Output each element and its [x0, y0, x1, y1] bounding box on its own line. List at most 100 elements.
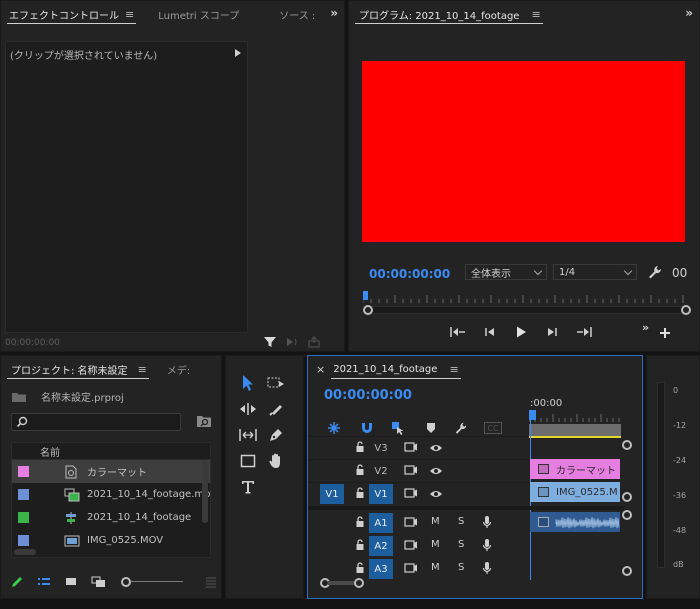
- timeline-ruler[interactable]: [529, 412, 621, 422]
- program-zoom-scrollbar[interactable]: [363, 306, 685, 314]
- tab-program[interactable]: プログラム: 2021_10_14_footage ≡: [349, 1, 549, 27]
- pen-tool-icon[interactable]: [265, 424, 287, 446]
- solo-button[interactable]: S: [458, 562, 464, 573]
- lock-icon[interactable]: [355, 516, 365, 528]
- filter-icon[interactable]: [263, 335, 277, 349]
- close-icon[interactable]: ×: [316, 363, 325, 376]
- step-forward-icon[interactable]: [544, 325, 560, 339]
- vertical-scrollbar[interactable]: [202, 461, 208, 523]
- clip-img-0525[interactable]: IMG_0525.M: [530, 482, 620, 502]
- icon-view-icon[interactable]: [65, 576, 77, 588]
- panel-menu-icon[interactable]: ≡: [125, 8, 134, 21]
- play-icon[interactable]: [513, 325, 529, 339]
- lock-icon[interactable]: [355, 464, 365, 476]
- expand-arrow-icon[interactable]: [235, 49, 241, 57]
- linked-selection-icon[interactable]: [391, 421, 405, 435]
- selection-tool-icon[interactable]: [237, 372, 259, 394]
- work-area-bar[interactable]: [529, 424, 621, 436]
- add-button-icon[interactable]: [659, 327, 671, 339]
- add-marker-icon[interactable]: [425, 421, 437, 435]
- tab-sequence[interactable]: 2021_10_14_footage ≡: [325, 356, 466, 382]
- play-audio-icon[interactable]: [285, 335, 299, 349]
- track-target-v2[interactable]: V2: [369, 461, 393, 481]
- label-color-swatch[interactable]: [18, 535, 29, 546]
- tab-effect-controls[interactable]: エフェクトコントロール ≡: [1, 1, 142, 27]
- lock-icon[interactable]: [355, 562, 365, 574]
- label-color-swatch[interactable]: [18, 489, 29, 500]
- eye-icon[interactable]: [429, 466, 443, 476]
- list-item[interactable]: カラーマット: [12, 460, 210, 483]
- horizontal-scrollbar[interactable]: [14, 549, 36, 555]
- project-search-input[interactable]: [11, 413, 181, 431]
- sync-lock-icon[interactable]: [404, 464, 418, 476]
- more-panels-icon[interactable]: »: [330, 6, 338, 20]
- sync-lock-icon[interactable]: [404, 487, 418, 499]
- label-color-swatch[interactable]: [18, 512, 29, 523]
- lock-icon[interactable]: [355, 539, 365, 551]
- slip-tool-icon[interactable]: [237, 424, 259, 446]
- snap-icon[interactable]: [360, 421, 374, 435]
- timeline-playhead-icon[interactable]: [529, 410, 536, 420]
- zoom-slider-handle[interactable]: [121, 577, 131, 587]
- zoom-handle-right[interactable]: [681, 305, 691, 315]
- tab-source[interactable]: ソース :: [271, 1, 323, 27]
- panel-menu-icon[interactable]: ≡: [449, 363, 458, 376]
- track-target-v3[interactable]: V3: [369, 438, 393, 458]
- list-item[interactable]: 2021_10_14_footage.mp: [12, 483, 210, 506]
- tab-lumetri-scopes[interactable]: Lumetri スコープ: [150, 1, 247, 27]
- track-target-a3[interactable]: A3: [369, 559, 393, 579]
- go-to-out-point-icon[interactable]: [575, 325, 593, 339]
- video-audio-divider[interactable]: [308, 506, 624, 510]
- source-patch-v1[interactable]: V1: [320, 484, 344, 504]
- audio-track-scroll-handle-top[interactable]: [622, 510, 632, 520]
- track-select-tool-icon[interactable]: [265, 372, 287, 394]
- track-target-a2[interactable]: A2: [369, 536, 393, 556]
- panel-menu-icon[interactable]: ≡: [138, 363, 147, 376]
- razor-tool-icon[interactable]: [265, 398, 287, 420]
- timeline-settings-wrench-icon[interactable]: [454, 421, 468, 435]
- resolution-select[interactable]: 1/4: [553, 264, 637, 280]
- track-target-v1[interactable]: V1: [369, 484, 393, 504]
- sync-lock-icon[interactable]: [404, 441, 418, 453]
- track-target-a1[interactable]: A1: [369, 513, 393, 533]
- sync-lock-icon[interactable]: [404, 562, 418, 574]
- new-search-bin-icon[interactable]: [196, 414, 212, 428]
- clip-color-matte[interactable]: カラーマット: [530, 459, 620, 479]
- solo-button[interactable]: S: [458, 539, 464, 550]
- captions-icon[interactable]: CC: [484, 422, 502, 434]
- fit-select[interactable]: 全体表示: [465, 264, 547, 280]
- program-timecode[interactable]: 00:00:00:00: [369, 267, 450, 281]
- list-view-icon[interactable]: [37, 576, 51, 588]
- label-color-swatch[interactable]: [18, 466, 29, 477]
- audio-track-scroll-handle-bottom[interactable]: [622, 566, 632, 576]
- tab-project[interactable]: プロジェクト: 名称未設定 ≡: [1, 356, 155, 382]
- panel-menu-icon[interactable]: ≡: [531, 8, 540, 21]
- freeform-view-icon[interactable]: [91, 576, 107, 588]
- tab-media-browser[interactable]: メデ:: [159, 356, 198, 382]
- nest-toggle-icon[interactable]: [327, 421, 341, 435]
- hand-tool-icon[interactable]: [265, 450, 287, 472]
- timeline-timecode[interactable]: 00:00:00:00: [324, 388, 412, 403]
- list-item[interactable]: 2021_10_14_footage: [12, 506, 210, 529]
- program-video-frame[interactable]: [362, 61, 685, 242]
- zoom-slider[interactable]: [121, 577, 183, 587]
- ripple-edit-tool-icon[interactable]: [237, 398, 259, 420]
- column-header-name[interactable]: 名前: [12, 443, 210, 460]
- sync-lock-icon[interactable]: [404, 539, 418, 551]
- wrench-icon[interactable]: [647, 264, 663, 280]
- pencil-icon[interactable]: [11, 576, 23, 588]
- export-icon[interactable]: [307, 335, 321, 349]
- solo-button[interactable]: S: [458, 516, 464, 527]
- clip-audio-a1[interactable]: [530, 512, 620, 532]
- eye-icon[interactable]: [429, 443, 443, 453]
- type-tool-icon[interactable]: [237, 476, 259, 498]
- rectangle-tool-icon[interactable]: [237, 450, 259, 472]
- sync-lock-icon[interactable]: [404, 516, 418, 528]
- video-track-scroll-handle-bottom[interactable]: [622, 492, 632, 502]
- mute-button[interactable]: M: [431, 516, 440, 527]
- microphone-icon[interactable]: [482, 561, 492, 575]
- eye-icon[interactable]: [429, 489, 443, 499]
- microphone-icon[interactable]: [482, 515, 492, 529]
- lock-icon[interactable]: [355, 487, 365, 499]
- video-track-scroll-handle-top[interactable]: [622, 440, 632, 450]
